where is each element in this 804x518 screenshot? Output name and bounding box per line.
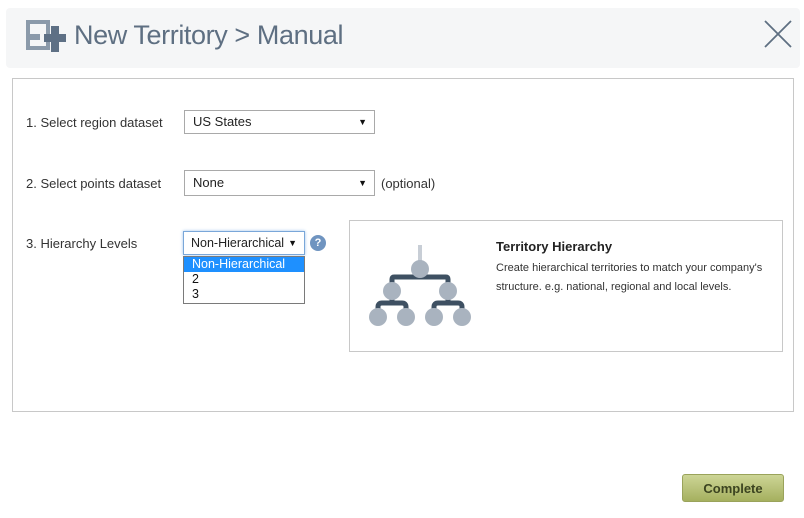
hierarchy-levels-label: 3. Hierarchy Levels [26, 236, 138, 251]
dropdown-option[interactable]: Non-Hierarchical [184, 257, 304, 272]
hierarchy-levels-value: Non-Hierarchical [191, 236, 285, 250]
hierarchy-levels-dropdown: Non-Hierarchical 2 3 [183, 256, 305, 304]
points-dataset-label: 2. Select points dataset [26, 176, 162, 191]
territory-add-icon [26, 20, 66, 52]
dialog-title: New Territory > Manual [74, 20, 344, 50]
region-dataset-label: 1. Select region dataset [26, 115, 163, 130]
complete-button[interactable]: Complete [682, 474, 784, 502]
chevron-down-icon: ▼ [358, 178, 367, 188]
info-title: Territory Hierarchy [496, 239, 613, 254]
dropdown-option[interactable]: 2 [184, 272, 304, 287]
chevron-down-icon: ▼ [358, 117, 367, 127]
dropdown-option[interactable]: 3 [184, 287, 304, 302]
form-panel: 1. Select region dataset US States ▼ 2. … [12, 78, 794, 412]
points-dataset-value: None [193, 175, 225, 190]
help-icon[interactable]: ? [310, 235, 326, 251]
chevron-down-icon: ▼ [288, 238, 297, 248]
points-dataset-select[interactable]: None ▼ [184, 170, 375, 196]
close-icon[interactable] [762, 18, 794, 50]
region-dataset-value: US States [193, 114, 252, 129]
hierarchy-info-box: Territory Hierarchy Create hierarchical … [349, 220, 783, 352]
hierarchy-levels-select[interactable]: Non-Hierarchical ▼ [183, 231, 305, 255]
region-dataset-select[interactable]: US States ▼ [184, 110, 375, 134]
info-description: Create hierarchical territories to match… [496, 262, 763, 293]
dialog-header: New Territory > Manual [6, 8, 800, 68]
hierarchy-tree-icon [369, 245, 471, 326]
optional-note: (optional) [381, 176, 436, 191]
